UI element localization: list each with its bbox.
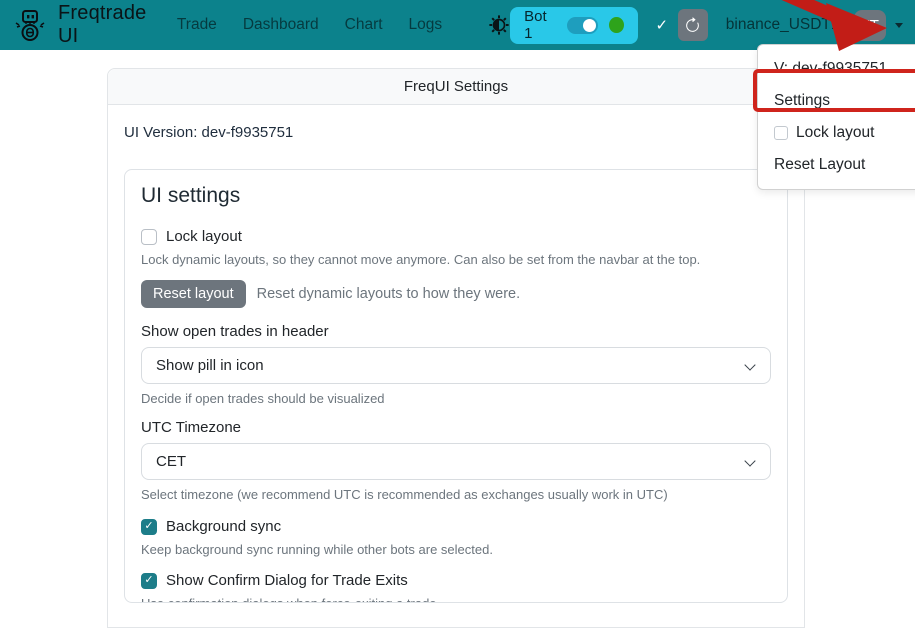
open-trades-help: Decide if open trades should be visualiz… <box>141 391 771 406</box>
nav-link-logs[interactable]: Logs <box>409 16 443 34</box>
reset-layout-help: Reset dynamic layouts to how they were. <box>257 286 521 302</box>
lock-layout-checkbox-row[interactable]: Lock layout <box>141 228 771 245</box>
nav-link-trade[interactable]: Trade <box>177 16 217 34</box>
timezone-select[interactable]: CET <box>141 443 771 480</box>
open-trades-label: Show open trades in header <box>141 323 771 340</box>
section-title: UI settings <box>141 184 771 208</box>
confirm-dialog-help: Use confirmation dialogs when force-exit… <box>141 596 771 603</box>
refresh-button[interactable] <box>678 9 708 41</box>
chevron-down-icon <box>744 359 755 370</box>
check-icon: ✓ <box>144 521 153 532</box>
open-trades-selected-value: Show pill in icon <box>156 357 264 374</box>
open-trades-select[interactable]: Show pill in icon <box>141 347 771 384</box>
theme-brightness-icon[interactable] <box>488 14 510 36</box>
check-icon: ✓ <box>656 16 669 34</box>
menu-item-lock-layout[interactable]: Lock layout <box>758 117 915 149</box>
menu-item-settings[interactable]: Settings <box>758 85 915 117</box>
chevron-down-icon[interactable] <box>895 23 903 28</box>
user-avatar-button[interactable]: FT <box>854 10 886 41</box>
user-dropdown-menu: V: dev-f9935751 Settings Lock layout Res… <box>757 44 915 190</box>
lock-layout-help: Lock dynamic layouts, so they cannot mov… <box>141 252 771 267</box>
reset-layout-row: Reset layout Reset dynamic layouts to ho… <box>141 280 771 308</box>
nav-link-dashboard[interactable]: Dashboard <box>243 16 319 34</box>
robot-logo-icon <box>12 7 48 43</box>
nav-link-chart[interactable]: Chart <box>345 16 383 34</box>
refresh-icon <box>684 17 701 34</box>
bot-selector-pill[interactable]: Bot 1 <box>510 7 637 44</box>
check-icon: ✓ <box>144 575 153 586</box>
ui-version-text: UI Version: dev-f9935751 <box>124 121 788 145</box>
lock-layout-menu-label: Lock layout <box>796 122 874 144</box>
settings-card-body: UI Version: dev-f9935751 UI settings Loc… <box>108 105 804 619</box>
timezone-help: Select timezone (we recommend UTC is rec… <box>141 487 771 502</box>
settings-card-title: FreqUI Settings <box>108 69 804 105</box>
bot-toggle-switch[interactable] <box>567 17 598 34</box>
settings-card: FreqUI Settings UI Version: dev-f9935751… <box>107 68 805 628</box>
reset-layout-button[interactable]: Reset layout <box>141 280 246 308</box>
lock-layout-label[interactable]: Lock layout <box>166 228 242 245</box>
navbar-right: Bot 1 ✓ binance_USDT1 FT <box>510 7 903 44</box>
lock-layout-checkbox[interactable] <box>141 229 157 245</box>
confirm-dialog-row[interactable]: ✓ Show Confirm Dialog for Trade Exits <box>141 572 771 589</box>
background-sync-row[interactable]: ✓ Background sync <box>141 518 771 535</box>
lock-layout-menu-checkbox[interactable] <box>774 126 788 140</box>
brand[interactable]: Freqtrade UI <box>12 2 155 48</box>
background-sync-checkbox[interactable]: ✓ <box>141 519 157 535</box>
timezone-selected-value: CET <box>156 453 186 470</box>
bot-name-label: Bot 1 <box>524 8 556 42</box>
background-sync-label[interactable]: Background sync <box>166 518 281 535</box>
top-navbar: Freqtrade UI Trade Dashboard Chart Logs … <box>0 0 915 50</box>
chevron-down-icon <box>744 455 755 466</box>
ui-settings-section: UI settings Lock layout Lock dynamic lay… <box>124 169 788 603</box>
toggle-knob <box>583 19 596 32</box>
menu-item-version[interactable]: V: dev-f9935751 <box>758 53 915 85</box>
confirm-dialog-checkbox[interactable]: ✓ <box>141 573 157 589</box>
confirm-dialog-label[interactable]: Show Confirm Dialog for Trade Exits <box>166 572 408 589</box>
background-sync-help: Keep background sync running while other… <box>141 542 771 557</box>
menu-item-reset-layout[interactable]: Reset Layout <box>758 149 915 181</box>
active-login-name: binance_USDT1 <box>726 16 840 34</box>
nav-links: Trade Dashboard Chart Logs <box>177 14 510 36</box>
brand-title: Freqtrade UI <box>58 2 155 48</box>
timezone-label: UTC Timezone <box>141 419 771 436</box>
bot-online-status-dot <box>609 17 624 33</box>
